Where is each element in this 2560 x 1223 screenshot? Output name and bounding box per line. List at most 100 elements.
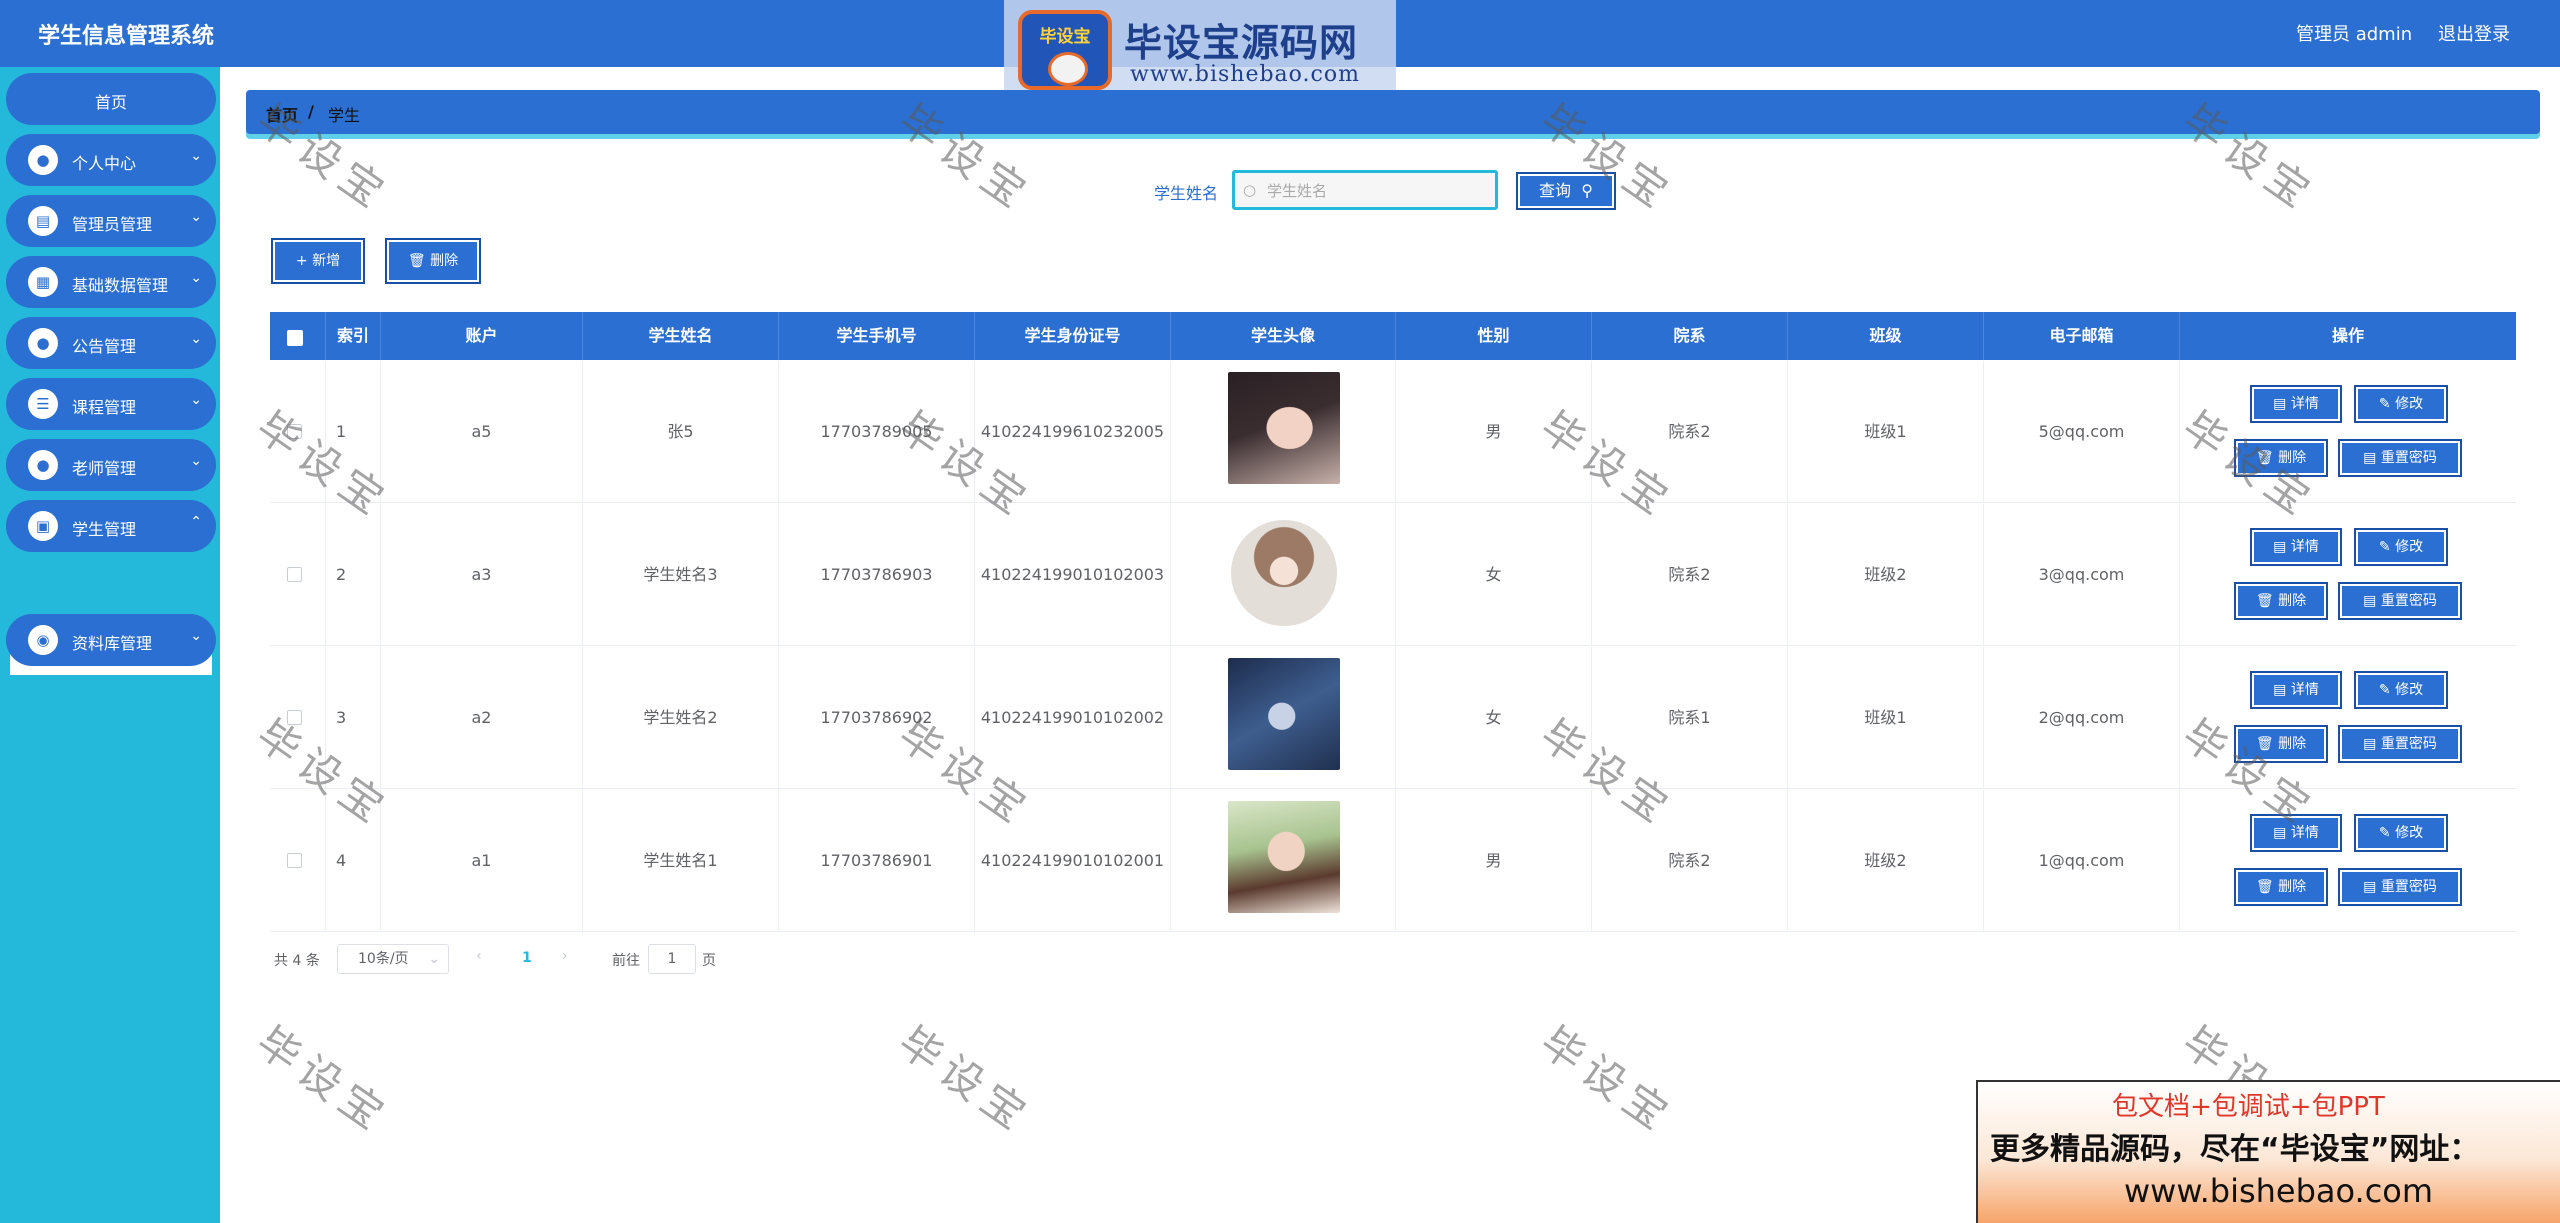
- document-icon: ▤: [2273, 396, 2291, 412]
- trash-icon: 🗑: [2255, 879, 2279, 895]
- page-size-select[interactable]: 10条/页 ⌄: [337, 944, 449, 974]
- delete-label: 删除: [2278, 593, 2307, 609]
- logout-link[interactable]: 退出登录: [2438, 20, 2510, 46]
- trash-icon: 🗑: [2255, 450, 2279, 466]
- promo-line-1: 包文档+包调试+包PPT: [2112, 1092, 2385, 1122]
- cell-actions: ▤ 详情 ✎ 修改 🗑 删除 ▤ 重置密码: [2180, 790, 2516, 932]
- document-icon: ▤: [2363, 879, 2381, 895]
- pagination-total: 共 4 条: [274, 953, 320, 969]
- search-button[interactable]: 查询 ⚲: [1516, 172, 1616, 210]
- detail-button[interactable]: ▤ 详情: [2250, 671, 2342, 709]
- prev-page-icon[interactable]: ‹: [476, 948, 482, 964]
- sidebar-item-students[interactable]: ▣ 学生管理 ⌃: [6, 500, 216, 552]
- edit-label: 修改: [2395, 396, 2424, 412]
- sidebar-item-notices[interactable]: ● 公告管理 ⌄: [6, 317, 216, 369]
- header-account: 账户: [381, 312, 583, 360]
- cell-email: 2@qq.com: [1984, 647, 2180, 789]
- edit-icon: ✎: [2378, 682, 2396, 698]
- chevron-down-icon: ⌄: [428, 951, 440, 967]
- add-button[interactable]: + 新增: [271, 238, 365, 284]
- row-select-cell: [270, 504, 326, 646]
- next-page-icon[interactable]: ›: [562, 948, 568, 964]
- search-input[interactable]: [1267, 179, 1487, 203]
- sidebar-item-library[interactable]: ◉ 资料库管理 ⌄: [6, 614, 216, 666]
- reset-password-button[interactable]: ▤ 重置密码: [2338, 439, 2462, 477]
- cell-index: 1: [326, 361, 381, 503]
- cell-class: 班级2: [1788, 504, 1984, 646]
- list-icon: ☰: [28, 389, 58, 419]
- delete-label: 删除: [2278, 736, 2307, 752]
- reset-password-button[interactable]: ▤ 重置密码: [2338, 725, 2462, 763]
- cell-name: 学生姓名2: [583, 647, 779, 789]
- row-select-cell: [270, 647, 326, 789]
- chevron-down-icon: ⌄: [190, 453, 202, 469]
- sidebar-item-label: 基础数据管理: [72, 276, 169, 295]
- bulk-delete-button[interactable]: 🗑 删除: [385, 238, 481, 284]
- sidebar-item-courses[interactable]: ☰ 课程管理 ⌄: [6, 378, 216, 430]
- detail-label: 详情: [2290, 539, 2319, 555]
- edit-icon: ✎: [2378, 539, 2396, 555]
- chevron-down-icon: ⌄: [190, 270, 202, 286]
- logo-badge-text: 毕设宝: [1039, 27, 1091, 47]
- row-checkbox[interactable]: [287, 853, 302, 868]
- edit-label: 修改: [2395, 825, 2424, 841]
- detail-button[interactable]: ▤ 详情: [2250, 528, 2342, 566]
- clipboard-icon: ▤: [28, 206, 58, 236]
- delete-button[interactable]: 🗑 删除: [2234, 582, 2328, 620]
- goto-page-input[interactable]: 1: [648, 944, 696, 974]
- edit-button[interactable]: ✎ 修改: [2354, 814, 2448, 852]
- cell-name: 张5: [583, 361, 779, 503]
- header-email: 电子邮箱: [1984, 312, 2180, 360]
- chevron-down-icon: ⌄: [190, 148, 202, 164]
- search-icon: ⚲: [1576, 181, 1593, 200]
- sidebar-item-basic-data[interactable]: ▦ 基础数据管理 ⌄: [6, 256, 216, 308]
- watermark: 毕设宝: [247, 1016, 399, 1144]
- delete-button[interactable]: 🗑 删除: [2234, 725, 2328, 763]
- grid-icon: ▦: [28, 267, 58, 297]
- reset-password-button[interactable]: ▤ 重置密码: [2338, 868, 2462, 906]
- cell-gender: 男: [1396, 361, 1592, 503]
- cell-id-card: 410224199010102002: [975, 647, 1171, 789]
- cell-phone: 17703786903: [779, 504, 975, 646]
- detail-button[interactable]: ▤ 详情: [2250, 385, 2342, 423]
- select-all-checkbox[interactable]: [287, 330, 303, 346]
- cell-id-card: 410224199010102001: [975, 790, 1171, 932]
- header-gender: 性别: [1396, 312, 1592, 360]
- search-field: ○: [1232, 170, 1498, 210]
- cell-avatar: [1171, 504, 1396, 646]
- edit-button[interactable]: ✎ 修改: [2354, 385, 2448, 423]
- logo-badge: 毕设宝: [1018, 10, 1112, 90]
- promo-line-2: 更多精品源码，尽在“毕设宝”网址：: [1990, 1132, 2480, 1167]
- cell-class: 班级1: [1788, 647, 1984, 789]
- detail-label: 详情: [2290, 825, 2319, 841]
- detail-button[interactable]: ▤ 详情: [2250, 814, 2342, 852]
- wallet-icon: ▣: [28, 511, 58, 541]
- header-phone: 学生手机号: [779, 312, 975, 360]
- cell-dept: 院系1: [1592, 647, 1788, 789]
- row-checkbox[interactable]: [287, 710, 302, 725]
- header-avatar: 学生头像: [1171, 312, 1396, 360]
- sidebar-item-admin-management[interactable]: ▤ 管理员管理 ⌄: [6, 195, 216, 247]
- delete-button[interactable]: 🗑 删除: [2234, 868, 2328, 906]
- row-checkbox[interactable]: [287, 567, 302, 582]
- breadcrumb-home[interactable]: 首页: [266, 102, 298, 126]
- cell-index: 3: [326, 647, 381, 789]
- edit-button[interactable]: ✎ 修改: [2354, 671, 2448, 709]
- delete-button[interactable]: 🗑 删除: [2234, 439, 2328, 477]
- logo-face-icon: [1048, 52, 1088, 86]
- sidebar-item-home[interactable]: 首页: [6, 73, 216, 125]
- edit-button[interactable]: ✎ 修改: [2354, 528, 2448, 566]
- sidebar-item-label: 学生管理: [72, 520, 137, 539]
- sidebar-item-label: 课程管理: [72, 398, 137, 417]
- sidebar-item-personal-center[interactable]: ● 个人中心 ⌄: [6, 134, 216, 186]
- avatar: [1228, 372, 1340, 484]
- page-number-current[interactable]: 1: [522, 950, 532, 966]
- reset-password-button[interactable]: ▤ 重置密码: [2338, 582, 2462, 620]
- breadcrumb: 首页 / 学生: [246, 90, 2540, 134]
- row-checkbox[interactable]: [287, 424, 302, 439]
- location-icon: ◉: [28, 625, 58, 655]
- header-name: 学生姓名: [583, 312, 779, 360]
- delete-button-label: 删除: [430, 253, 459, 269]
- sidebar-item-teachers[interactable]: ● 老师管理 ⌄: [6, 439, 216, 491]
- cell-dept: 院系2: [1592, 504, 1788, 646]
